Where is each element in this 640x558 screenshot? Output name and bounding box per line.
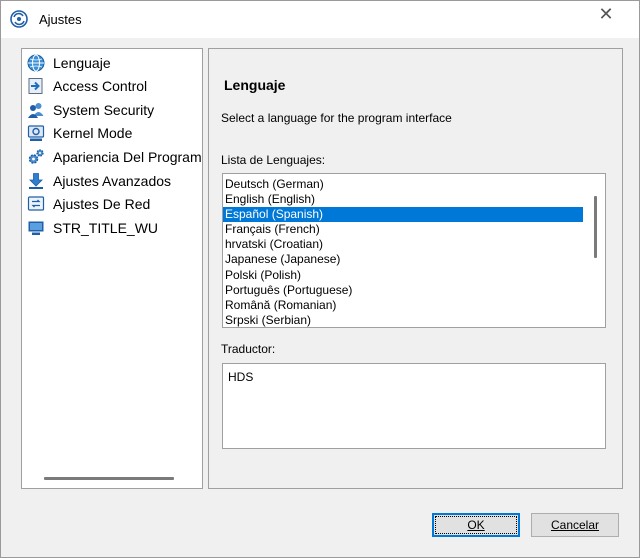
sidebar-item-access-control[interactable]: Access Control — [24, 75, 202, 97]
network-icon — [27, 196, 45, 211]
sidebar-item-label: Access Control — [53, 78, 148, 94]
sidebar-item-label: Ajustes Avanzados — [53, 173, 172, 189]
settings-dialog: Ajustes ✕ Lenguaje Access Control System… — [0, 0, 640, 558]
translator-field[interactable]: HDS — [222, 363, 606, 449]
language-option[interactable]: Japanese (Japanese) — [223, 252, 583, 267]
access-arrow-icon — [28, 78, 43, 94]
language-list-label: Lista de Lenguajes: — [221, 153, 326, 167]
language-option[interactable]: hrvatski (Croatian) — [223, 237, 583, 252]
download-icon — [29, 173, 43, 189]
language-option[interactable]: Deutsch (German) — [223, 177, 583, 192]
sidebar-horizontal-scrollbar[interactable] — [44, 477, 174, 480]
cancel-button[interactable]: Cancelar — [531, 513, 619, 537]
close-button[interactable]: ✕ — [587, 1, 625, 31]
users-icon — [28, 103, 44, 118]
language-option[interactable]: Português (Portuguese) — [223, 283, 583, 298]
ok-button[interactable]: OK — [432, 513, 520, 537]
language-option[interactable]: Polski (Polish) — [223, 268, 583, 283]
sidebar-item-label: Kernel Mode — [53, 125, 133, 141]
monitor-icon — [28, 221, 44, 235]
language-list[interactable]: Deutsch (German) English (English) Españ… — [222, 173, 606, 328]
language-option[interactable]: Français (French) — [223, 222, 583, 237]
settings-panel: Lenguaje Select a language for the progr… — [208, 48, 623, 489]
sidebar-item-system-security[interactable]: System Security — [24, 99, 202, 121]
sidebar-item-lenguaje[interactable]: Lenguaje — [24, 52, 202, 74]
sidebar-item-label: Apariencia Del Programa — [53, 149, 202, 165]
language-option[interactable]: Română (Romanian) — [223, 298, 583, 313]
sidebar-item-str-title-wu[interactable]: STR_TITLE_WU — [24, 217, 202, 239]
language-option[interactable]: English (English) — [223, 192, 583, 207]
sidebar-item-kernel-mode[interactable]: Kernel Mode — [24, 122, 202, 144]
page-description: Select a language for the program interf… — [221, 111, 452, 125]
window-title: Ajustes — [39, 12, 82, 27]
sidebar-item-label: STR_TITLE_WU — [53, 220, 159, 236]
page-title: Lenguaje — [224, 77, 286, 93]
sidebar-item-apariencia[interactable]: Apariencia Del Programa — [24, 146, 202, 168]
language-option-selected[interactable]: Español (Spanish) — [223, 207, 583, 222]
sidebar-item-ajustes-de-red[interactable]: Ajustes De Red — [24, 193, 202, 215]
sidebar: Lenguaje Access Control System Security — [21, 48, 203, 489]
sidebar-item-label: Ajustes De Red — [53, 196, 151, 212]
ok-label: OK — [467, 518, 485, 532]
sidebar-item-label: Lenguaje — [53, 55, 111, 71]
language-option[interactable]: Srpski (Serbian) — [223, 313, 583, 327]
app-logo-icon — [10, 10, 28, 28]
sidebar-item-label: System Security — [53, 102, 155, 118]
translator-value: HDS — [228, 370, 254, 384]
translator-label: Traductor: — [221, 342, 276, 356]
title-bar[interactable]: Ajustes ✕ — [1, 1, 639, 38]
globe-icon — [27, 54, 45, 72]
cancel-label: Cancelar — [550, 518, 600, 532]
sidebar-item-ajustes-avanzados[interactable]: Ajustes Avanzados — [24, 170, 202, 192]
kernel-icon — [27, 125, 45, 141]
language-list-scrollbar[interactable] — [594, 196, 597, 258]
gears-icon — [28, 149, 44, 164]
